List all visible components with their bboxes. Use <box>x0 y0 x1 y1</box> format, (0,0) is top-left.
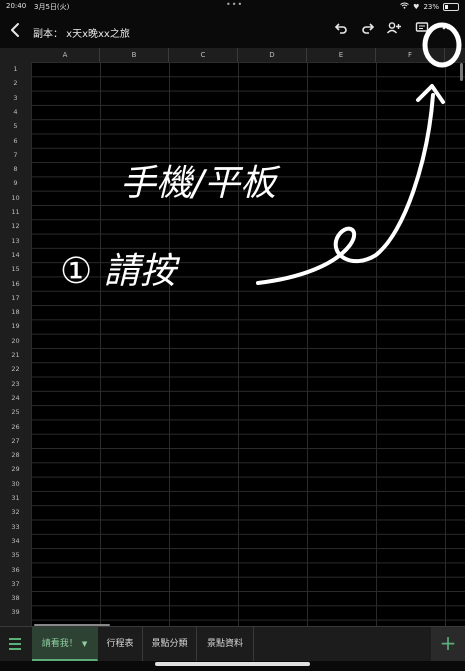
wifi-icon <box>400 2 409 11</box>
row-headers: 1 2 3 4 5 6 7 8 9 10 11 12 13 14 15 16 17 18 19 20 21 22 23 24 2… <box>0 62 32 626</box>
row-header[interactable]: 3 <box>0 91 31 105</box>
row-header[interactable]: 9 <box>0 176 31 190</box>
column-header-a[interactable]: A <box>31 48 100 62</box>
doc-toolbar: 副本： x天x晚xx之旅 <box>0 14 465 48</box>
status-right: ♥ 23% <box>400 2 459 11</box>
row-header[interactable]: 31 <box>0 491 31 505</box>
row-header[interactable]: 23 <box>0 377 31 391</box>
cell-grid[interactable] <box>31 62 465 626</box>
row-header[interactable]: 26 <box>0 420 31 434</box>
row-header[interactable]: 32 <box>0 505 31 519</box>
row-header[interactable]: 34 <box>0 534 31 548</box>
row-header[interactable]: 36 <box>0 563 31 577</box>
row-header[interactable]: 2 <box>0 76 31 90</box>
column-header-c[interactable]: C <box>169 48 238 62</box>
row-header[interactable]: 14 <box>0 248 31 262</box>
back-button[interactable] <box>8 21 24 39</box>
column-header-b[interactable]: B <box>100 48 169 62</box>
add-sheet-button[interactable]: + <box>431 627 465 661</box>
add-person-icon <box>386 22 401 34</box>
row-header[interactable]: 21 <box>0 348 31 362</box>
status-bar: 20:40 3月5日(火) ••• ♥ 23% <box>0 0 465 14</box>
row-header[interactable]: 37 <box>0 577 31 591</box>
column-header-f[interactable]: F <box>376 48 445 62</box>
column-headers: A B C D E F <box>31 48 465 63</box>
row-header[interactable]: 10 <box>0 191 31 205</box>
chevron-left-icon <box>11 23 19 37</box>
caret-down-icon[interactable]: ▼ <box>82 640 87 648</box>
row-header[interactable]: 19 <box>0 319 31 333</box>
status-date: 3月5日(火) <box>34 3 70 11</box>
tab-spot-categories[interactable]: 景點分類 <box>143 627 197 661</box>
row-header[interactable]: 12 <box>0 219 31 233</box>
more-horizontal-icon <box>442 26 454 30</box>
row-header[interactable]: 16 <box>0 277 31 291</box>
row-header[interactable]: 1 <box>0 62 31 76</box>
comment-icon <box>415 22 429 32</box>
tab-spot-data[interactable]: 景點資料 <box>197 627 254 661</box>
document-title: 副本： x天x晚xx之旅 <box>33 29 130 40</box>
tab-read-me[interactable]: 請看我！ ▼ <box>32 627 98 661</box>
row-header[interactable]: 24 <box>0 391 31 405</box>
row-header[interactable]: 11 <box>0 205 31 219</box>
more-options-button[interactable] <box>438 21 458 41</box>
row-header[interactable]: 27 <box>0 434 31 448</box>
row-header[interactable]: 20 <box>0 334 31 348</box>
tab-itinerary[interactable]: 行程表 <box>98 627 143 661</box>
row-header[interactable]: 22 <box>0 362 31 376</box>
sheet-tab-bar: 請看我！ ▼ 行程表 景點分類 景點資料 + <box>0 626 465 661</box>
comment-button[interactable] <box>412 21 432 41</box>
row-header[interactable]: 6 <box>0 134 31 148</box>
column-header-d[interactable]: D <box>238 48 307 62</box>
row-header[interactable]: 17 <box>0 291 31 305</box>
battery-icon <box>443 2 459 11</box>
column-header-e[interactable]: E <box>307 48 376 62</box>
row-header[interactable]: 29 <box>0 462 31 476</box>
row-header[interactable]: 38 <box>0 591 31 605</box>
row-header[interactable]: 25 <box>0 405 31 419</box>
row-header[interactable]: 4 <box>0 105 31 119</box>
redo-icon <box>362 23 375 34</box>
share-button[interactable] <box>384 21 404 41</box>
battery-percent: 23% <box>423 2 439 11</box>
undo-button[interactable] <box>331 21 351 41</box>
row-header[interactable]: 30 <box>0 477 31 491</box>
tab-label: 請看我！ <box>41 639 78 649</box>
row-header[interactable]: 35 <box>0 548 31 562</box>
spreadsheet-grid[interactable]: A B C D E F 1 2 3 4 5 6 7 8 9 10 11 12 13 14 15 16 17 18 1… <box>0 48 465 626</box>
row-header[interactable]: 15 <box>0 262 31 276</box>
redo-button[interactable] <box>358 21 378 41</box>
multitask-dots[interactable]: ••• <box>226 0 243 9</box>
vertical-scrollbar[interactable] <box>460 63 463 81</box>
row-header[interactable]: 7 <box>0 148 31 162</box>
all-sheets-button[interactable] <box>6 635 24 653</box>
heart-icon: ♥ <box>413 2 420 11</box>
row-header[interactable]: 39 <box>0 605 31 619</box>
row-header[interactable]: 18 <box>0 305 31 319</box>
row-header[interactable]: 33 <box>0 520 31 534</box>
row-header[interactable]: 28 <box>0 448 31 462</box>
row-header[interactable]: 13 <box>0 234 31 248</box>
select-all-corner[interactable] <box>0 48 32 63</box>
home-indicator[interactable] <box>155 662 310 666</box>
row-header[interactable]: 5 <box>0 119 31 133</box>
row-header[interactable]: 8 <box>0 162 31 176</box>
undo-icon <box>334 23 347 34</box>
status-time: 20:40 <box>6 2 27 10</box>
